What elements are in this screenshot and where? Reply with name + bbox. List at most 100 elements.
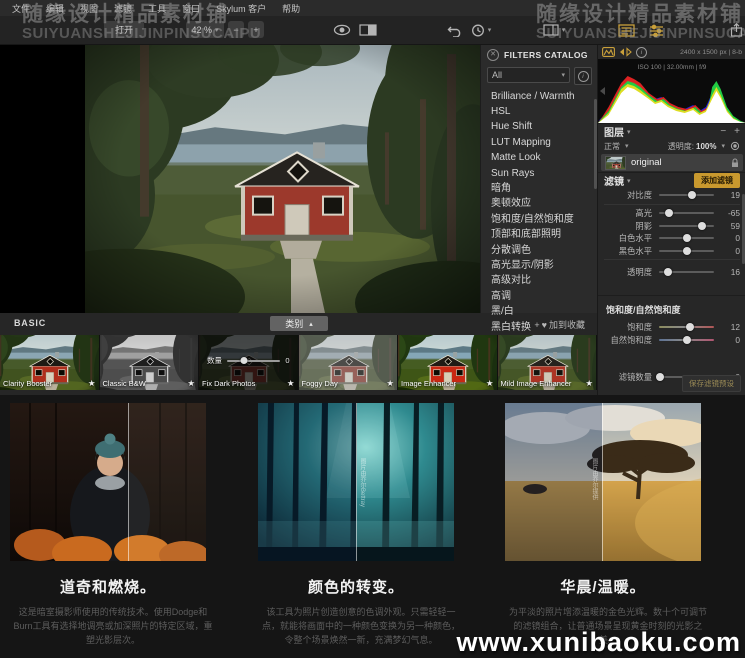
image-dimensions: 2400 x 1500 px | 8-b (680, 49, 742, 56)
catalog-item[interactable]: 黑/白 (481, 305, 598, 320)
catalog-item[interactable]: 高调 (481, 289, 598, 304)
slider-highlights: 高光 -65 (598, 208, 740, 219)
catalog-item[interactable]: 分散调色 (481, 243, 598, 258)
preset-clarity-booster[interactable]: Clarity Booster ★ (0, 335, 100, 390)
card-description: 为平淡的照片增添温暖的金色光辉。数十个可调节的滤镜组合，让普通场景呈现黄金时刻的… (505, 606, 711, 648)
image-canvas[interactable] (0, 44, 480, 313)
catalog-item[interactable]: HSL (481, 104, 598, 119)
menu-filters[interactable]: 滤镜 (106, 2, 140, 15)
slider-track[interactable] (659, 225, 714, 227)
slider-blacks: 黑色水平 0 (598, 245, 740, 256)
catalog-item[interactable]: Matte Look (481, 151, 598, 166)
slider-track[interactable] (659, 212, 714, 214)
catalog-item[interactable]: 暗角 (481, 181, 598, 196)
quick-compare-icon[interactable] (619, 47, 632, 57)
slider-knob[interactable] (664, 268, 672, 276)
before-after-divider[interactable] (602, 403, 603, 561)
histogram-toggle-icon[interactable] (602, 47, 615, 57)
favorite-star-icon[interactable]: ★ (486, 378, 494, 389)
categories-button[interactable]: 类别 ▴ (270, 316, 328, 331)
zoom-out-button[interactable]: − (228, 21, 244, 38)
preset-group-label: BASIC (14, 318, 46, 328)
layer-settings-icon[interactable] (730, 141, 740, 151)
blend-mode-dropdown[interactable]: 正常 (604, 141, 620, 152)
catalog-item[interactable]: Brilliance / Warmth (481, 89, 598, 104)
catalog-item[interactable]: 饱和度/自然饱和度 (481, 212, 598, 227)
chevron-down-icon: ▾ (627, 177, 631, 185)
history-button[interactable]: ▾ (466, 22, 496, 38)
opacity-value-dropdown[interactable]: 100% (696, 142, 716, 151)
preview-eye-button[interactable] (330, 22, 354, 38)
filters-catalog-toggle-button[interactable] (614, 22, 638, 38)
menu-tools[interactable]: 工具 (140, 2, 174, 15)
zoom-in-button[interactable]: + (248, 21, 264, 38)
slider-track[interactable] (659, 339, 714, 341)
before-after-divider[interactable] (128, 403, 129, 561)
menu-help[interactable]: 帮助 (274, 2, 308, 15)
slider-knob[interactable] (683, 247, 691, 255)
slider-track[interactable] (659, 194, 714, 196)
slider-knob[interactable] (698, 222, 706, 230)
slider-knob[interactable] (656, 373, 664, 381)
catalog-item[interactable]: 奥顿效应 (481, 197, 598, 212)
histogram[interactable]: ISO 100 | 32.00mm | f/9 (598, 59, 745, 123)
menu-view[interactable]: 视图 (72, 2, 106, 15)
favorite-star-icon[interactable]: ★ (88, 378, 96, 389)
zoom-level-dropdown[interactable]: 42 %▾ (186, 21, 224, 38)
slider-knob[interactable] (683, 234, 691, 242)
compare-button[interactable] (356, 22, 380, 38)
save-filter-preset-button[interactable]: 保存滤镜预设 (682, 375, 741, 392)
add-layer-button[interactable]: + (734, 126, 740, 137)
before-after-divider[interactable] (356, 403, 357, 561)
remove-layer-button[interactable]: − (720, 126, 726, 137)
slider-track[interactable] (659, 237, 714, 239)
slider-contrast: 对比度 19 (598, 190, 740, 201)
slider-knob[interactable] (683, 336, 691, 344)
undo-button[interactable] (443, 22, 467, 38)
catalog-filter-dropdown[interactable]: All ▾ (487, 67, 570, 83)
catalog-item[interactable]: 顶部和底部照明 (481, 228, 598, 243)
menu-window[interactable]: 窗口 (174, 2, 208, 15)
preset-mild-image-enhancer[interactable]: Mild Image Enhancer ★ (498, 335, 598, 390)
slider-knob[interactable] (241, 357, 248, 364)
menu-file[interactable]: 文件 (4, 2, 38, 15)
lock-icon[interactable] (731, 158, 739, 168)
catalog-item[interactable]: 黑白转换 (481, 320, 598, 335)
catalog-item[interactable]: Hue Shift (481, 120, 598, 135)
catalog-item[interactable]: Sun Rays (481, 166, 598, 181)
favorite-star-icon[interactable]: ★ (187, 378, 195, 389)
menu-edit[interactable]: 编辑 (38, 2, 72, 15)
catalog-item[interactable]: LUT Mapping (481, 135, 598, 150)
side-panel-toggle-button[interactable] (644, 22, 668, 38)
favorite-star-icon[interactable]: ★ (386, 378, 394, 389)
favorite-star-icon[interactable]: ★ (585, 378, 593, 389)
slider-knob[interactable] (665, 209, 673, 217)
add-filters-button[interactable]: 添加滤镜 (694, 173, 740, 188)
chevron-up-icon: ▴ (309, 320, 313, 328)
preset-amount-slider: 数量 0 (207, 355, 290, 366)
preset-classic-bw[interactable]: Classic B&W ★ (100, 335, 200, 390)
slider-track[interactable] (227, 360, 280, 362)
catalog-item[interactable]: 高级对比 (481, 274, 598, 289)
feature-showcase: 道奇和燃烧。 这是暗室摄影师使用的传统技术。使用Dodge和Burn工具有选择地… (0, 395, 745, 658)
panel-toggle-button[interactable]: ▾ (540, 22, 568, 38)
catalog-info-button[interactable]: i (574, 67, 592, 85)
slider-knob[interactable] (688, 191, 696, 199)
favorite-star-icon[interactable]: ★ (287, 378, 295, 389)
filters-header: 滤镜 ▾ 添加滤镜 (598, 172, 745, 188)
open-button[interactable]: 打开 (104, 21, 144, 38)
slider-track[interactable] (659, 271, 714, 273)
preset-image-enhancer[interactable]: Image Enhancer ★ (398, 335, 498, 390)
close-icon[interactable]: ✕ (487, 49, 499, 61)
slider-track[interactable] (659, 250, 714, 252)
layer-row-original[interactable]: original (601, 154, 743, 171)
preset-fix-dark-photos-selected[interactable]: 数量 0 Fix Dark Photos ★ (199, 335, 299, 390)
catalog-item[interactable]: 高光显示/阴影 (481, 258, 598, 273)
slider-knob[interactable] (686, 323, 694, 331)
chevron-down-icon: ▾ (562, 26, 566, 34)
slider-track[interactable] (659, 326, 714, 328)
info-icon[interactable]: i (636, 47, 647, 58)
preset-foggy-day[interactable]: Foggy Day ★ (299, 335, 399, 390)
share-button[interactable] (724, 22, 745, 38)
menu-skylum-account[interactable]: Skylum 客户 (208, 2, 274, 15)
